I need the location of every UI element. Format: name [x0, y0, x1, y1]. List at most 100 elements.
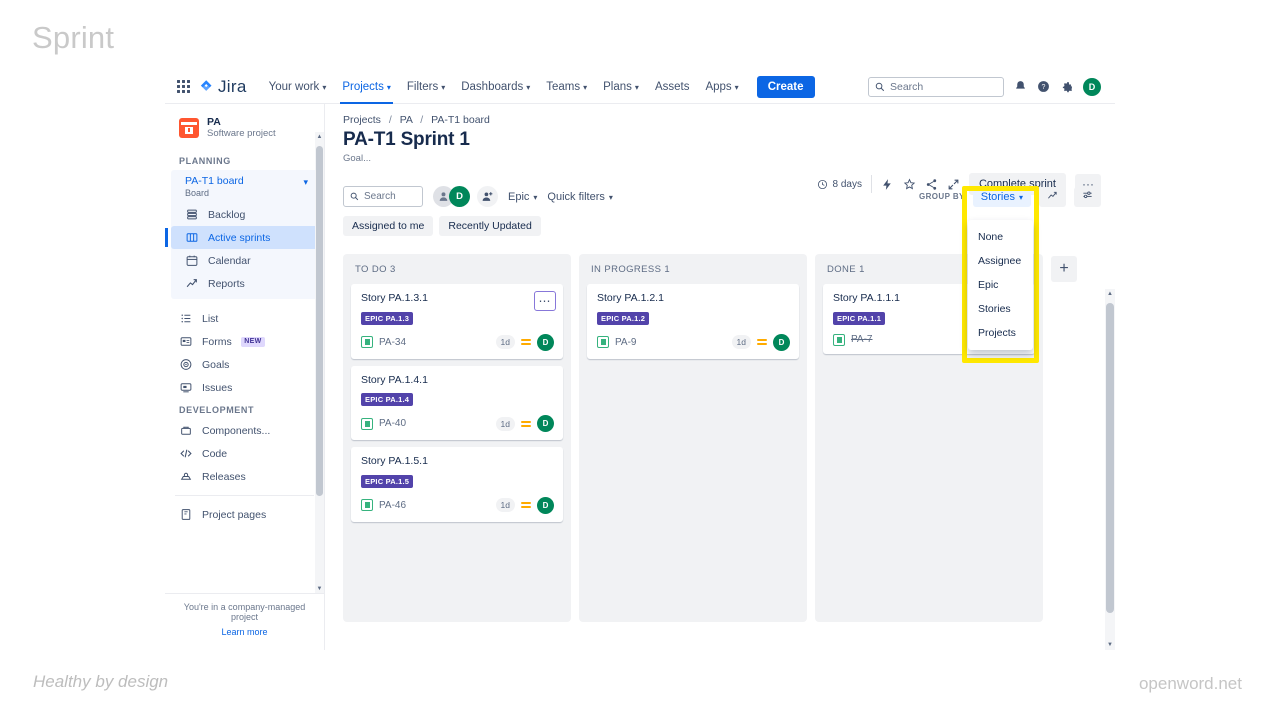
slide-title: Sprint [32, 20, 115, 55]
learn-more-link[interactable]: Learn more [221, 627, 267, 637]
nav-projects[interactable]: Projects ▾ [334, 70, 399, 104]
card-key[interactable]: PA-7 [851, 334, 873, 345]
card-assignee-avatar[interactable]: D [773, 333, 790, 351]
card-key[interactable]: PA-9 [615, 337, 637, 348]
jira-logo[interactable]: Jira [199, 77, 247, 97]
board-search-input[interactable]: Search [343, 186, 423, 207]
sidebar-item-calendar[interactable]: Calendar [171, 249, 318, 272]
group-by-option-projects[interactable]: Projects [968, 321, 1033, 345]
nav-apps[interactable]: Apps ▾ [697, 70, 746, 104]
user-avatar[interactable]: D [1083, 77, 1101, 96]
nav-teams[interactable]: Teams ▾ [538, 70, 595, 104]
board-card[interactable]: Story PA.1.3.1 ⋯ EPIC PA.1.3 PA-34 1d D [351, 284, 563, 359]
epic-tag[interactable]: EPIC PA.1.1 [833, 311, 886, 325]
group-by-option-epic[interactable]: Epic [968, 273, 1033, 297]
chevron-down-icon: ▾ [441, 82, 446, 92]
chevron-down-icon[interactable]: ▾ [303, 178, 308, 187]
board-scrollbar-thumb[interactable] [1106, 303, 1114, 613]
card-key[interactable]: PA-46 [379, 500, 406, 511]
slide-root: Sprint Healthy by design openword.net Ji… [0, 0, 1280, 720]
chip-assigned-to-me[interactable]: Assigned to me [343, 216, 434, 236]
card-key[interactable]: PA-34 [379, 337, 406, 348]
app-switcher-icon[interactable] [175, 79, 191, 95]
insights-button[interactable] [1039, 186, 1066, 207]
sidebar-project-header[interactable]: PA Software project [165, 104, 324, 150]
chevron-down-icon: ▾ [533, 192, 538, 202]
board-card[interactable]: Story PA.1.4.1 EPIC PA.1.4 PA-40 1d D [351, 365, 563, 441]
card-assignee-avatar[interactable]: D [537, 333, 554, 351]
sidebar-item-issues[interactable]: Issues [165, 376, 324, 399]
sidebar-item-list[interactable]: List [165, 307, 324, 330]
add-people-button[interactable] [477, 186, 498, 207]
breadcrumb-board[interactable]: PA-T1 board [431, 114, 490, 126]
board-card[interactable]: Story PA.1.2.1 EPIC PA.1.2 PA-9 1d D [587, 284, 799, 359]
breadcrumb-projects[interactable]: Projects [343, 114, 381, 126]
create-button[interactable]: Create [756, 75, 815, 98]
epic-tag[interactable]: EPIC PA.1.3 [361, 311, 414, 325]
sidebar-item-project-pages[interactable]: Project pages [165, 503, 324, 526]
card-assignee-avatar[interactable]: D [537, 415, 554, 433]
scroll-up-arrow-icon[interactable]: ▲ [1107, 291, 1113, 297]
sprint-goal[interactable]: Goal... [343, 153, 1115, 164]
epic-tag[interactable]: EPIC PA.1.5 [361, 474, 414, 488]
card-more-actions-button[interactable]: ⋯ [534, 291, 556, 311]
nav-assets[interactable]: Assets [647, 70, 698, 104]
chevron-down-icon: ▾ [526, 82, 531, 92]
notifications-icon[interactable] [1014, 80, 1027, 93]
sidebar-item-forms[interactable]: Forms NEW [165, 330, 324, 353]
card-estimate[interactable]: 1d [731, 335, 751, 350]
card-key[interactable]: PA-40 [379, 418, 406, 429]
sidebar-item-code-label: Code [202, 447, 228, 460]
card-right-meta: 1d D [731, 333, 790, 351]
sidebar-scrollbar[interactable]: ▲ ▼ [315, 132, 324, 594]
group-by-dropdown-button[interactable]: Stories ▾ [972, 186, 1031, 207]
sidebar-item-goals[interactable]: Goals [165, 353, 324, 376]
scroll-down-arrow-icon[interactable]: ▼ [1107, 642, 1113, 648]
help-icon[interactable]: ? [1037, 80, 1050, 93]
sidebar-item-components[interactable]: Components... [165, 419, 324, 442]
add-column-button[interactable]: + [1051, 256, 1077, 282]
forms-new-badge: NEW [240, 336, 265, 347]
settings-gear-icon[interactable] [1060, 80, 1073, 93]
sidebar-item-backlog[interactable]: Backlog [171, 203, 318, 226]
card-estimate[interactable]: 1d [495, 335, 515, 350]
sidebar-item-reports[interactable]: Reports [171, 272, 318, 295]
breadcrumb-pa[interactable]: PA [400, 114, 413, 126]
scroll-down-arrow-icon[interactable]: ▼ [317, 586, 323, 592]
quick-filters-label: Quick filters [547, 190, 605, 203]
nav-filters[interactable]: Filters ▾ [399, 70, 453, 104]
group-by-option-assignee[interactable]: Assignee [968, 249, 1033, 273]
group-by-dropdown-menu: None Assignee Epic Stories Projects [968, 220, 1033, 350]
nav-projects-label: Projects [342, 80, 384, 93]
sidebar-item-code[interactable]: Code [165, 442, 324, 465]
nav-dashboards-label: Dashboards [461, 80, 524, 93]
nav-plans-label: Plans [603, 80, 632, 93]
app-body: PA Software project PLANNING PA-T1 board… [165, 104, 1115, 650]
nav-your-work[interactable]: Your work ▾ [261, 70, 335, 104]
card-estimate[interactable]: 1d [495, 498, 515, 513]
avatar-user-d[interactable]: D [449, 186, 470, 207]
group-by-option-stories[interactable]: Stories [968, 297, 1033, 321]
sidebar-board-selector[interactable]: PA-T1 board Board ▾ [171, 170, 318, 203]
board-vertical-scrollbar[interactable]: ▲ ▼ [1105, 289, 1115, 650]
quick-filters-dropdown[interactable]: Quick filters ▾ [547, 191, 612, 203]
group-by-option-none[interactable]: None [968, 225, 1033, 249]
board-card[interactable]: Story PA.1.5.1 EPIC PA.1.5 PA-46 1d D [351, 447, 563, 522]
sidebar-item-active-sprints[interactable]: Active sprints [165, 226, 318, 249]
scroll-up-arrow-icon[interactable]: ▲ [317, 134, 323, 140]
board-main-area: Projects / PA / PA-T1 board PA-T1 Sprint… [325, 104, 1115, 650]
epic-filter-dropdown[interactable]: Epic ▾ [508, 191, 537, 203]
board-settings-button[interactable] [1074, 186, 1101, 207]
epic-tag[interactable]: EPIC PA.1.4 [361, 393, 414, 407]
global-search-input[interactable]: Search [868, 76, 1004, 97]
epic-tag[interactable]: EPIC PA.1.2 [597, 311, 650, 325]
sidebar-scrollbar-thumb[interactable] [316, 146, 323, 496]
sidebar-item-releases[interactable]: Releases [165, 465, 324, 488]
nav-dashboards[interactable]: Dashboards ▾ [453, 70, 538, 104]
card-estimate[interactable]: 1d [495, 416, 515, 431]
chip-recently-updated[interactable]: Recently Updated [439, 216, 541, 236]
nav-plans[interactable]: Plans ▾ [595, 70, 647, 104]
chevron-down-icon: ▾ [386, 82, 391, 92]
card-assignee-avatar[interactable]: D [537, 496, 554, 514]
sidebar-item-list-label: List [202, 312, 219, 325]
